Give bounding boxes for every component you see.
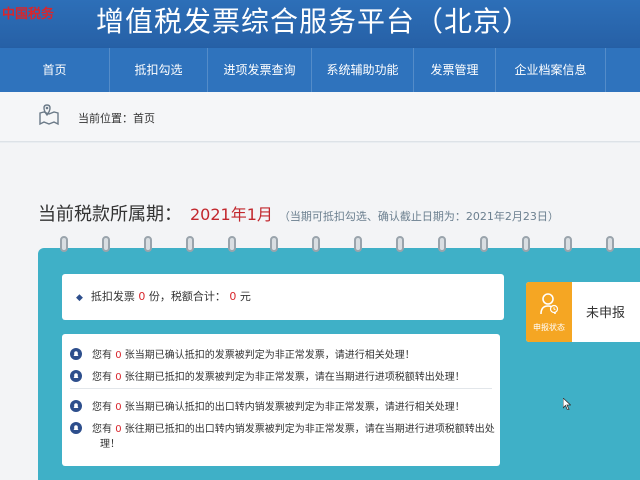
nav-company-profile[interactable]: 企业档案信息 xyxy=(496,48,606,92)
tax-period-deadline-note: （当期可抵扣勾选、确认截止日期为：2021年2月23日） xyxy=(278,210,559,223)
binding-ring xyxy=(102,236,110,252)
breadcrumb-text: 当前位置：首页 xyxy=(78,112,155,125)
summary-mid: 份，税额合计： xyxy=(148,290,226,303)
notice-item: 您有 0 张当期已确认抵扣的发票被判定为非正常发票，请进行相关处理！ xyxy=(70,348,415,363)
mouse-cursor-icon xyxy=(563,398,571,410)
notice-count[interactable]: 0 xyxy=(115,350,121,361)
panel-binding-rings xyxy=(40,236,640,254)
summary-prefix: 抵扣发票 xyxy=(90,290,135,303)
notice-count[interactable]: 0 xyxy=(115,372,121,383)
tax-period-row: 当前税款所属期： 2021年1月 （当期可抵扣勾选、确认截止日期为：2021年2月2… xyxy=(38,200,559,226)
nav-home[interactable]: 首页 xyxy=(0,48,110,92)
status-caption: 申报状态 xyxy=(533,323,565,332)
page-title: 增值税发票综合服务平台（北京） xyxy=(96,5,532,38)
binding-ring xyxy=(354,236,362,252)
binding-ring xyxy=(228,236,236,252)
notice-item-wrap: 理！ xyxy=(100,439,120,450)
notice-count[interactable]: 0 xyxy=(115,424,121,435)
abnormal-invoice-notices: 您有 0 张当期已确认抵扣的发票被判定为非正常发票，请进行相关处理！ 您有 0 … xyxy=(62,334,500,466)
binding-ring xyxy=(270,236,278,252)
app-header: 中国税务 增值税发票综合服务平台（北京） xyxy=(0,0,640,48)
binding-ring xyxy=(438,236,446,252)
binding-ring xyxy=(144,236,152,252)
tax-period-value: 2021年1月 xyxy=(190,205,273,224)
bell-icon xyxy=(70,370,82,382)
invoice-count[interactable]: 0 xyxy=(138,290,145,303)
status-icon-block: 申报状态 xyxy=(526,282,572,342)
nav-invoice-management[interactable]: 发票管理 xyxy=(414,48,496,92)
declaration-status-text: 未申报 xyxy=(586,306,626,321)
binding-ring xyxy=(480,236,488,252)
notice-item: 您有 0 张往期已抵扣的发票被判定为非正常发票，请在当期进行进项税额转出处理！ xyxy=(70,370,465,385)
bell-icon xyxy=(70,348,82,360)
tax-amount: 0 xyxy=(229,290,237,303)
binding-ring xyxy=(564,236,572,252)
main-nav: 首页 抵扣勾选 进项发票查询 系统辅助功能 发票管理 企业档案信息 xyxy=(0,48,640,92)
nav-deduction-check[interactable]: 抵扣勾选 xyxy=(110,48,208,92)
user-clock-icon xyxy=(540,293,559,315)
tax-period-label: 当前税款所属期： xyxy=(38,204,182,225)
bell-icon xyxy=(70,422,82,434)
location-pin-icon xyxy=(39,104,59,126)
diamond-bullet-icon: ◆ xyxy=(76,293,83,303)
binding-ring xyxy=(186,236,194,252)
binding-ring xyxy=(60,236,68,252)
binding-ring xyxy=(312,236,320,252)
binding-ring xyxy=(606,236,614,252)
notice-item: 您有 0 张当期已确认抵扣的出口转内销发票被判定为非正常发票，请进行相关处理！ xyxy=(70,400,465,415)
summary-suffix: 元 xyxy=(239,290,251,303)
notice-divider xyxy=(70,388,492,389)
notice-count[interactable]: 0 xyxy=(115,402,121,413)
nav-system-tools[interactable]: 系统辅助功能 xyxy=(312,48,414,92)
deduction-summary: ◆ 抵扣发票 0 份，税额合计： 0 元 xyxy=(62,274,504,320)
nav-input-invoice-query[interactable]: 进项发票查询 xyxy=(208,48,312,92)
declaration-status-card[interactable]: 申报状态 未申报 xyxy=(526,282,640,342)
binding-ring xyxy=(522,236,530,252)
bell-icon xyxy=(70,400,82,412)
tax-logo: 中国税务 xyxy=(2,7,55,22)
breadcrumb: 当前位置：首页 xyxy=(0,92,640,142)
binding-ring xyxy=(396,236,404,252)
notice-item: 您有 0 张往期已抵扣的出口转内销发票被判定为非正常发票，请在当期进行进项税额转… xyxy=(70,422,495,437)
